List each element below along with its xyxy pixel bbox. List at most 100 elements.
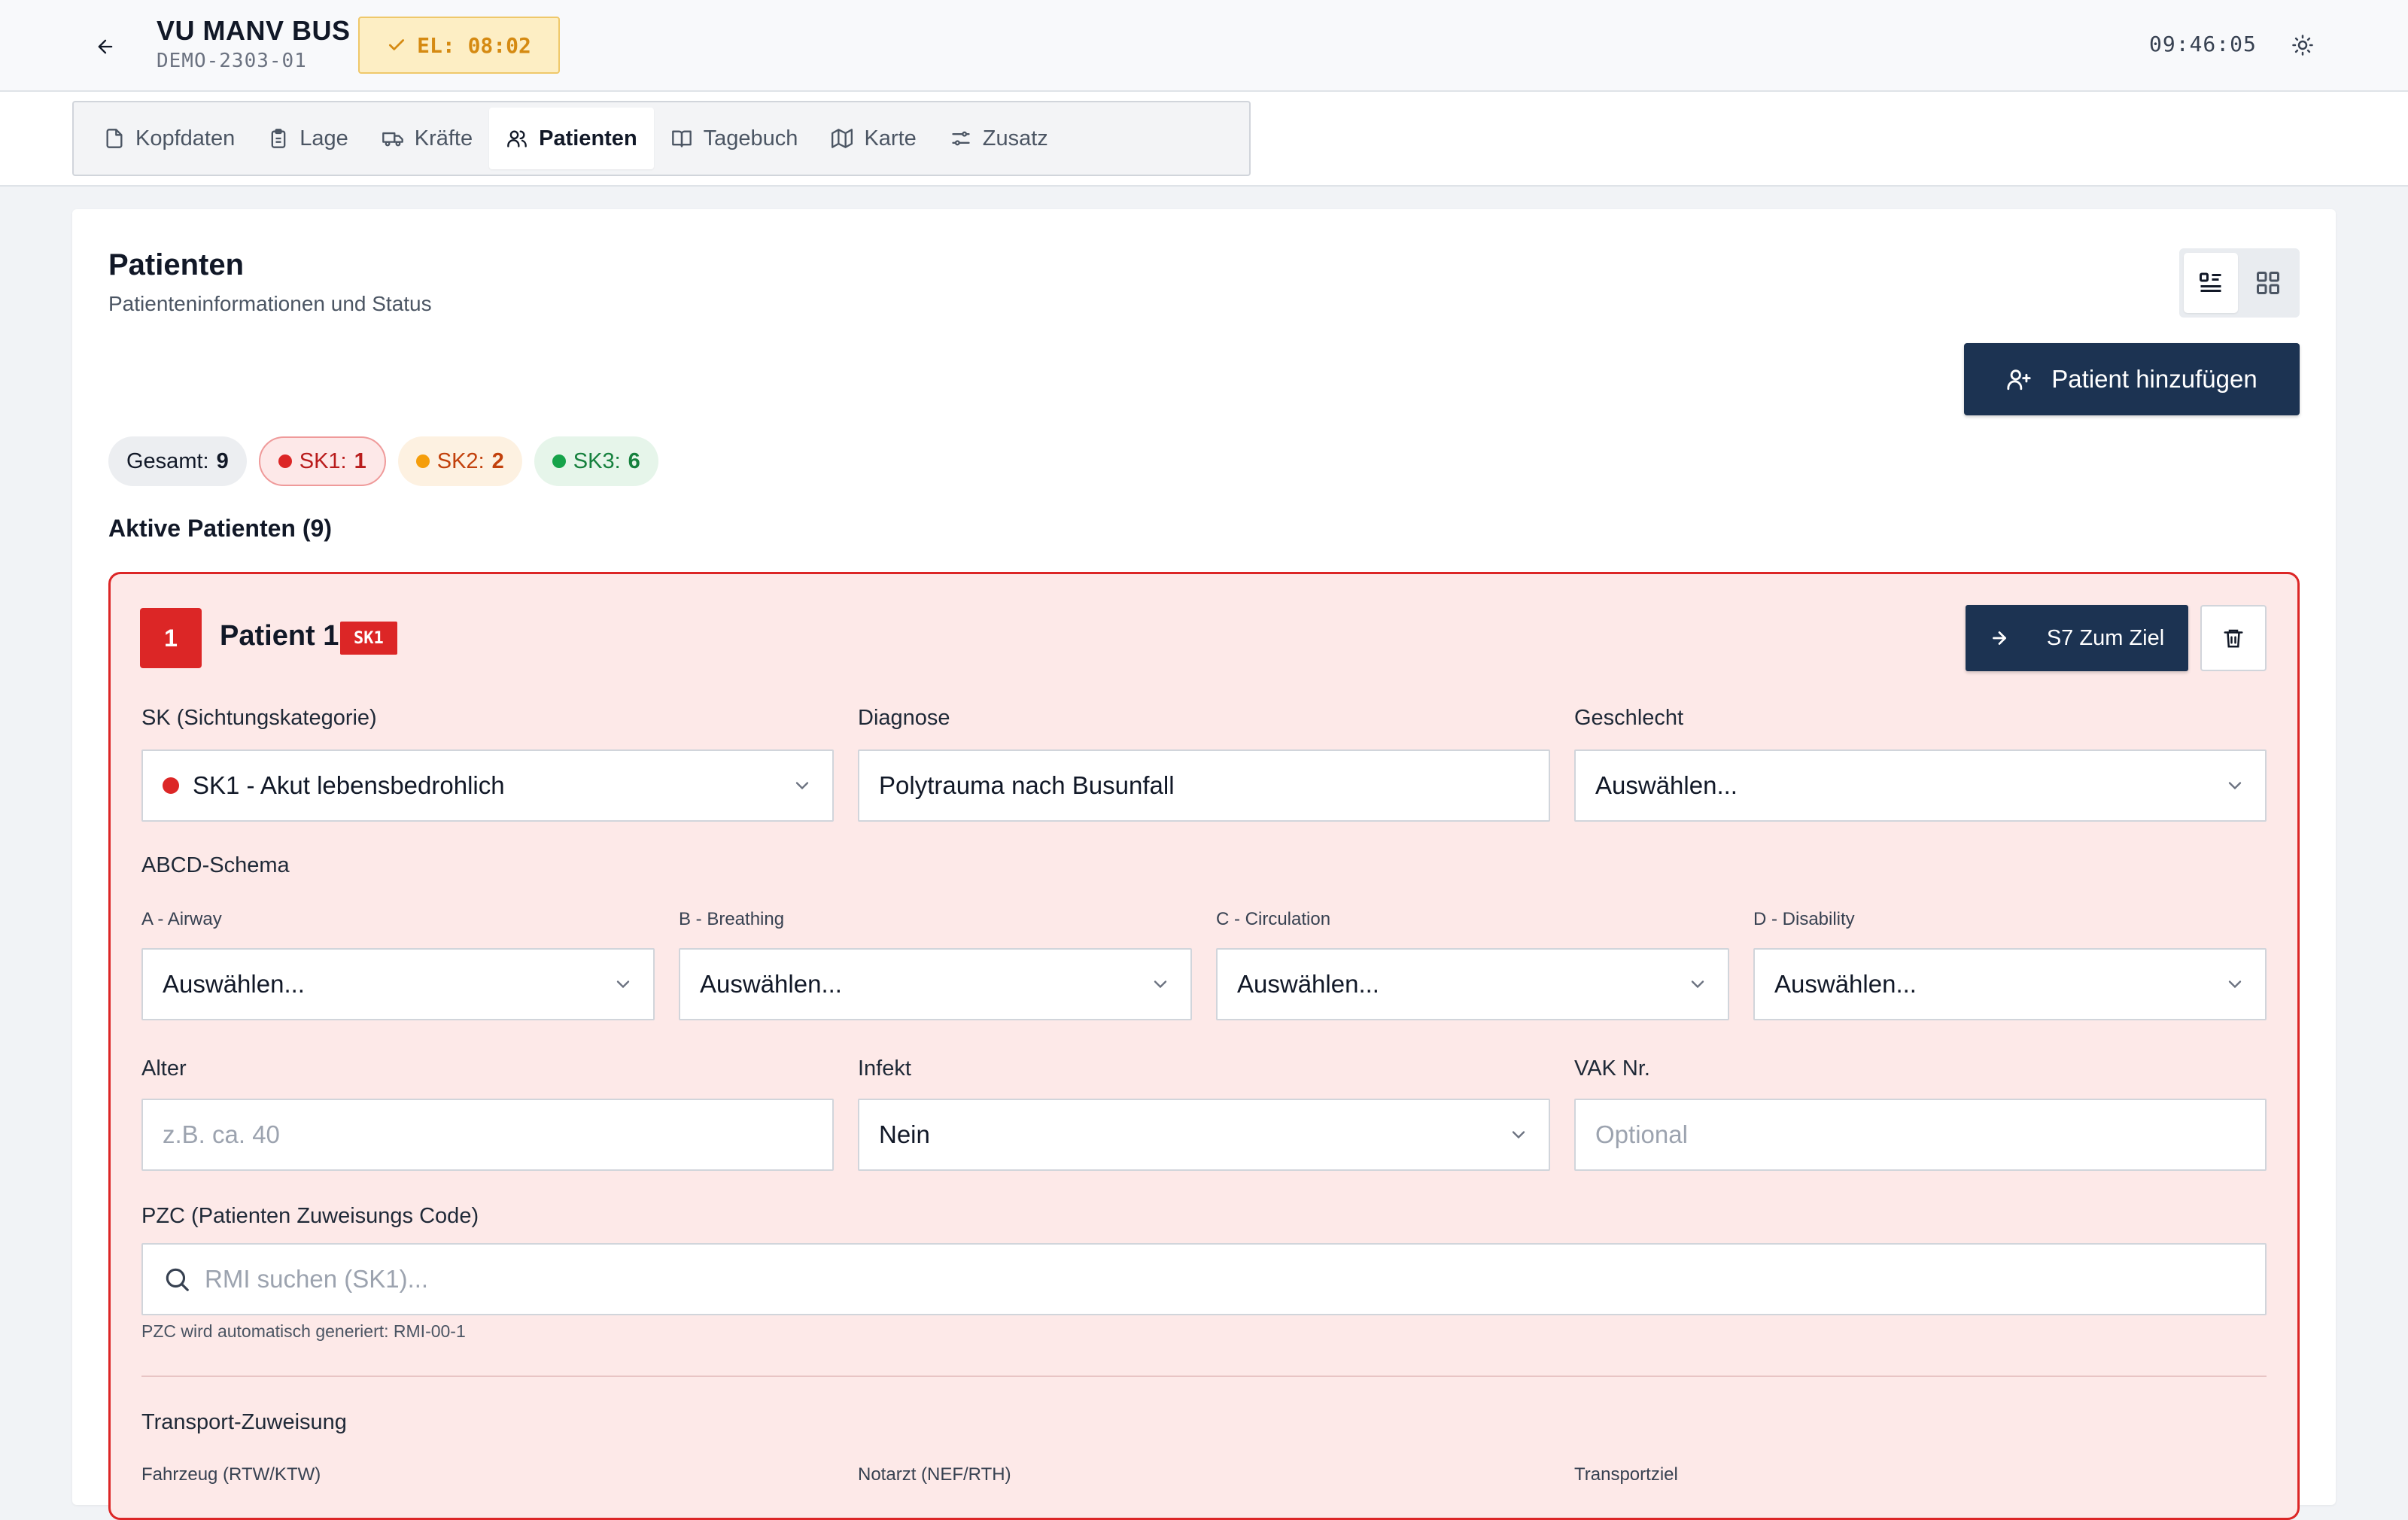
tab-kraefte[interactable]: Kräfte	[365, 108, 489, 169]
pzc-hint: PZC wird automatisch generiert: RMI-00-1	[141, 1321, 466, 1341]
pzc-search-input[interactable]: RMI suchen (SK1)...	[141, 1243, 2267, 1315]
sk3-label: SK3:	[573, 448, 621, 473]
active-patients-heading: Aktive Patienten (9)	[108, 515, 332, 542]
geschlecht-label: Geschlecht	[1574, 706, 1684, 730]
tab-bar-area: Kopfdaten Lage Kräfte Patienten Tagebuch…	[0, 92, 2408, 187]
page-subtitle: Patienteninformationen und Status	[108, 292, 432, 315]
transport-label: Transport-Zuweisung	[141, 1410, 347, 1434]
move-to-destination-button[interactable]: S7 Zum Ziel	[1966, 605, 2188, 671]
circulation-value: Auswählen...	[1237, 970, 1379, 998]
chevron-down-icon	[1512, 1131, 1525, 1139]
sk3-count-badge: SK3: 6	[534, 436, 658, 486]
chevron-down-icon	[795, 782, 809, 790]
el-time: EL: 08:02	[417, 32, 531, 58]
search-icon	[166, 1268, 189, 1291]
grid-view-button[interactable]	[2241, 253, 2295, 313]
back-button[interactable]	[89, 30, 122, 63]
green-dot-icon	[552, 454, 566, 468]
tab-karte[interactable]: Karte	[814, 108, 932, 169]
airway-value: Auswählen...	[163, 970, 305, 998]
diagnose-value: Polytrauma nach Busunfall	[879, 771, 1175, 799]
sk1-label: SK1:	[299, 448, 347, 473]
chevron-down-icon	[2228, 980, 2242, 989]
circulation-select[interactable]: Auswählen...	[1216, 948, 1729, 1020]
add-patient-button[interactable]: Patient hinzufügen	[1964, 343, 2300, 415]
infekt-select[interactable]: Nein	[858, 1099, 1550, 1171]
list-view-button[interactable]	[2184, 253, 2238, 313]
grid-view-icon	[2257, 272, 2279, 294]
sk-select[interactable]: SK1 - Akut lebensbedrohlich	[141, 749, 834, 822]
disability-select[interactable]: Auswählen...	[1753, 948, 2267, 1020]
pzc-label: PZC (Patienten Zuweisungs Code)	[141, 1204, 479, 1228]
vak-input[interactable]: Optional	[1574, 1099, 2267, 1171]
arrow-right-icon	[1992, 631, 2006, 645]
pzc-placeholder: RMI suchen (SK1)...	[205, 1265, 429, 1293]
tab-bar: Kopfdaten Lage Kräfte Patienten Tagebuch…	[72, 101, 1251, 176]
disability-label: D - Disability	[1753, 909, 1855, 929]
fahrzeug-label: Fahrzeug (RTW/KTW)	[141, 1464, 321, 1485]
breathing-select[interactable]: Auswählen...	[679, 948, 1192, 1020]
incident-title: VU MANV BUS	[157, 15, 351, 46]
el-status-badge: EL: 08:02	[358, 17, 560, 74]
red-dot-icon	[278, 454, 292, 468]
users-icon	[507, 130, 527, 147]
chevron-down-icon	[616, 980, 630, 989]
alter-input[interactable]: z.B. ca. 40	[141, 1099, 834, 1171]
orange-dot-icon	[415, 454, 430, 468]
total-label: Gesamt:	[126, 448, 209, 473]
tab-label: Zusatz	[982, 126, 1048, 150]
sk3-value: 6	[628, 448, 640, 473]
sk1-count-badge: SK1: 1	[258, 436, 386, 486]
tab-patienten[interactable]: Patienten	[489, 108, 654, 169]
geschlecht-value: Auswählen...	[1595, 771, 1738, 799]
arrow-left-icon	[98, 39, 113, 54]
tab-kopfdaten[interactable]: Kopfdaten	[87, 108, 251, 169]
tab-label: Karte	[864, 126, 917, 150]
patient-name: Patient 1	[220, 620, 339, 652]
sliders-icon	[952, 131, 970, 146]
abcd-label: ABCD-Schema	[141, 853, 290, 877]
view-toggle	[2179, 248, 2300, 318]
file-icon	[106, 129, 123, 148]
infekt-label: Infekt	[858, 1056, 911, 1081]
user-plus-icon	[2007, 369, 2031, 391]
tab-label: Lage	[299, 126, 348, 150]
chevron-down-icon	[2228, 782, 2242, 790]
clock: 09:46:05	[2149, 32, 2257, 56]
chevron-down-icon	[1154, 980, 1167, 989]
alter-label: Alter	[141, 1056, 187, 1081]
clipboard-icon	[271, 129, 286, 148]
list-view-icon	[2200, 272, 2221, 292]
sk2-label: SK2:	[436, 448, 485, 473]
alter-placeholder: z.B. ca. 40	[163, 1120, 280, 1148]
geschlecht-select[interactable]: Auswählen...	[1574, 749, 2267, 822]
sk1-value: 1	[354, 448, 366, 473]
truck-icon	[382, 132, 403, 147]
sk2-value: 2	[491, 448, 504, 473]
delete-patient-button[interactable]	[2200, 605, 2267, 671]
tab-label: Patienten	[539, 126, 637, 150]
tab-zusatz[interactable]: Zusatz	[933, 108, 1065, 169]
sk-label: SK (Sichtungskategorie)	[141, 706, 377, 730]
vak-label: VAK Nr.	[1574, 1056, 1650, 1081]
chevron-down-icon	[1691, 980, 1704, 989]
incident-id: DEMO-2303-01	[157, 50, 307, 72]
tab-label: Tagebuch	[703, 126, 798, 150]
book-icon	[671, 130, 692, 147]
total-count-badge: Gesamt: 9	[108, 436, 247, 486]
notarzt-label: Notarzt (NEF/RTH)	[858, 1464, 1011, 1485]
tab-tagebuch[interactable]: Tagebuch	[654, 108, 815, 169]
diagnose-label: Diagnose	[858, 706, 950, 730]
diagnose-input[interactable]: Polytrauma nach Busunfall	[858, 749, 1550, 822]
theme-toggle-button[interactable]	[2288, 29, 2318, 62]
total-value: 9	[216, 448, 229, 473]
add-patient-label: Patient hinzufügen	[2051, 365, 2258, 393]
tab-lage[interactable]: Lage	[251, 108, 365, 169]
breathing-value: Auswählen...	[700, 970, 842, 998]
trash-icon	[2224, 629, 2243, 648]
status-summary: Gesamt: 9 SK1: 1 SK2: 2 SK3: 6	[108, 436, 658, 486]
patient-card	[108, 572, 2300, 1520]
tab-label: Kopfdaten	[135, 126, 236, 150]
airway-select[interactable]: Auswählen...	[141, 948, 655, 1020]
breathing-label: B - Breathing	[679, 909, 785, 929]
